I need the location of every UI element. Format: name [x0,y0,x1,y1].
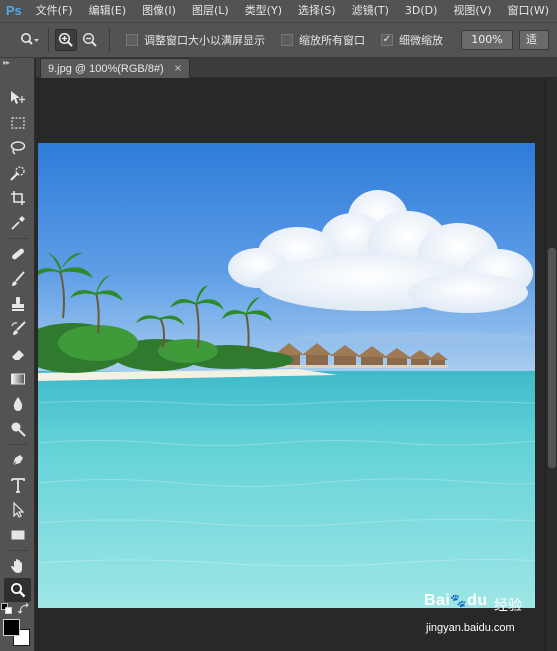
document-tab-strip: 9.jpg @ 100%(RGB/8#) × [36,58,557,78]
blur-tool[interactable] [4,392,31,416]
pen-tool[interactable] [4,448,31,472]
document-tab[interactable]: 9.jpg @ 100%(RGB/8#) × [40,58,190,78]
brush-icon [11,271,25,286]
actual-pixels-button[interactable]: 100% [461,30,513,50]
panel-collapse-grip[interactable]: ▸▸ [0,58,34,68]
rectangle-icon [11,530,24,540]
eyedropper-tool[interactable] [4,211,31,235]
rectangular-marquee-icon [10,117,25,129]
ps-logo: Ps [5,3,22,18]
bandage-icon [11,248,24,260]
zoom-in-mode-button[interactable] [55,29,77,51]
toolbar-divider [6,550,29,551]
document-image[interactable] [38,143,535,608]
clone-stamp-tool[interactable] [4,292,31,316]
default-colors-button[interactable] [0,602,14,616]
tools-panel: ▸▸ [0,58,35,651]
brush-tool[interactable] [4,267,31,291]
menu-view[interactable]: 视图(V) [445,0,499,22]
zoom-all-windows-checkbox[interactable] [281,34,293,46]
resize-windows-label: 调整窗口大小以满屏显示 [144,34,265,47]
quick-selection-tool[interactable] [4,161,31,185]
rectangle-tool[interactable] [4,523,31,547]
menu-file[interactable]: 文件(F) [28,0,81,22]
menu-edit[interactable]: 编辑(E) [81,0,135,22]
dodge-tool[interactable] [4,417,31,441]
zoom-out-mode-button[interactable] [79,29,101,51]
options-separator [48,28,49,52]
path-selection-tool[interactable] [4,498,31,522]
scrollbar-thumb[interactable] [548,248,556,468]
photoshop-window: Ps 文件(F) 编辑(E) 图像(I) 图层(L) 类型(Y) 选择(S) 滤… [0,0,557,651]
watermark-brand: Bai🐾du [424,592,488,609]
close-icon[interactable]: × [174,63,182,74]
default-colors-icon [1,603,12,614]
eyedropper-icon [10,216,25,230]
history-brush-icon [10,321,26,335]
zoom-out-icon [82,32,97,47]
eraser-icon [11,350,24,360]
toolbar-divider [6,238,29,239]
history-brush-tool[interactable] [4,317,31,341]
quick-selection-icon [9,166,25,181]
document-canvas[interactable] [36,78,545,651]
beach-photo [38,143,535,608]
options-separator [109,28,110,52]
gradient-tool[interactable] [4,367,31,391]
menu-bar: Ps 文件(F) 编辑(E) 图像(I) 图层(L) 类型(Y) 选择(S) 滤… [0,0,557,22]
foreground-color-swatch[interactable] [3,619,20,636]
dodge-icon [11,422,26,437]
stamp-icon [11,297,24,311]
swap-colors-button[interactable] [17,602,31,616]
swap-arrow-icon [18,603,29,614]
menu-filter[interactable]: 滤镜(T) [344,0,397,22]
magnifier-icon [10,583,25,598]
crop-icon [10,191,25,205]
menu-3d[interactable]: 3D(D) [397,0,446,22]
pen-icon [11,455,23,467]
move-tool[interactable] [4,86,31,110]
watermark-subtitle: 经验 [494,598,522,614]
hand-tool[interactable] [4,554,31,578]
gradient-icon [10,373,25,385]
menu-image[interactable]: 图像(I) [134,0,184,22]
crop-tool[interactable] [4,186,31,210]
zoom-tool-preset-icon [21,33,39,45]
hand-icon [10,559,22,573]
watermark-url: jingyan.baidu.com [426,622,515,634]
zoom-all-windows-label: 缩放所有窗口 [299,34,365,47]
fit-screen-button[interactable]: 适 [519,30,549,50]
menu-select[interactable]: 选择(S) [290,0,344,22]
eraser-tool[interactable] [4,342,31,366]
move-icon [10,91,25,104]
scrubby-zoom-checkbox[interactable]: ✓ [381,34,393,46]
marquee-tool[interactable] [4,111,31,135]
options-bar: 调整窗口大小以满屏显示 缩放所有窗口 ✓ 细微缩放 100% 适 [0,22,557,58]
document-tab-title: 9.jpg @ 100%(RGB/8#) [48,62,164,75]
path-selection-icon [12,502,24,518]
tool-preset-picker[interactable] [18,28,42,52]
zoom-tool[interactable] [4,578,31,602]
vertical-scrollbar[interactable] [545,78,557,651]
healing-brush-tool[interactable] [4,242,31,266]
zoom-in-icon [58,32,73,47]
resize-windows-checkbox[interactable] [126,34,138,46]
baidu-jingyan-watermark: Bai🐾du 经验 jingyan.baidu.com [420,592,555,644]
menu-layer[interactable]: 图层(L) [184,0,237,22]
lasso-tool[interactable] [4,136,31,160]
scrubby-zoom-label: 细微缩放 [399,34,443,47]
lasso-icon [10,141,25,155]
type-icon [10,478,25,493]
droplet-icon [13,397,22,411]
menu-window[interactable]: 窗口(W) [500,0,557,22]
type-tool[interactable] [4,473,31,497]
menu-type[interactable]: 类型(Y) [237,0,290,22]
toolbar-divider [6,444,29,445]
